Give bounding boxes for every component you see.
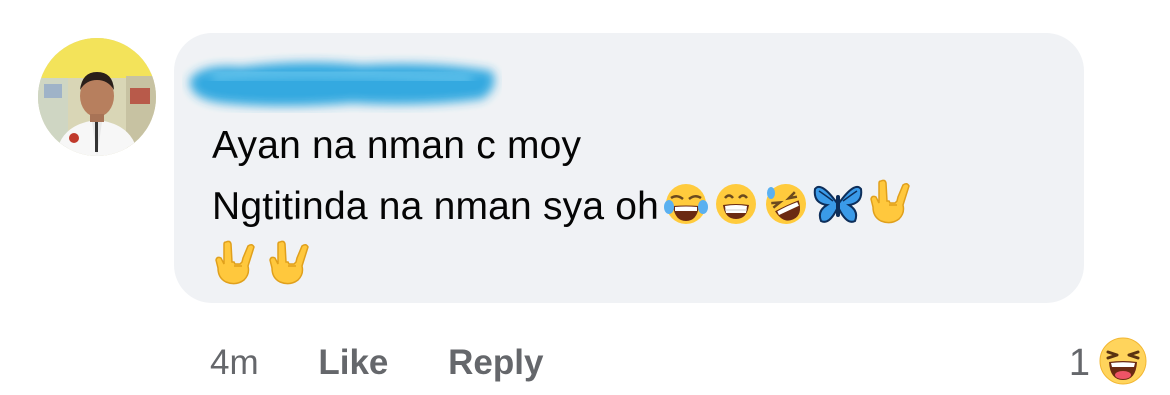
timestamp[interactable]: 4m [210,343,259,382]
comment-text: Ayan na nman c moy Ngtitinda na nman sya… [212,115,1072,298]
like-button[interactable]: Like [318,343,388,382]
avatar[interactable] [38,38,156,156]
haha-reaction-icon [1098,336,1148,391]
love-you-gesture-icon [867,177,917,227]
comment-actions: 4m Like Reply [210,343,593,383]
reaction-summary[interactable]: 1 [1068,336,1148,391]
comment-line-2-text: Ngtitinda na nman sya oh [212,185,660,228]
redacted-author-name [189,62,495,106]
reply-button[interactable]: Reply [448,343,543,382]
love-you-gesture-icon [212,238,262,288]
butterfly-icon [813,181,863,227]
love-you-gesture-icon [266,238,316,288]
rolling-on-floor-laughing-icon [763,181,809,227]
face-with-tears-of-joy-icon [663,181,709,227]
comment-bubble: Ayan na nman c moy Ngtitinda na nman sya… [174,33,1084,303]
grinning-face-icon [713,181,759,227]
comment-line-3 [212,237,1072,298]
reaction-count: 1 [1068,341,1090,384]
comment-line-1: Ayan na nman c moy [212,124,582,167]
comment-line-2: Ngtitinda na nman sya oh [212,176,1072,237]
